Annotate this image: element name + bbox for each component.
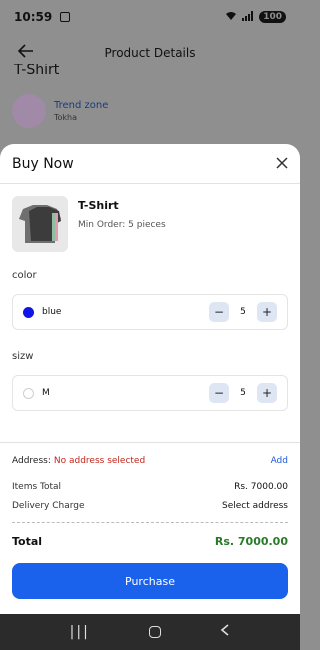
color-option-row[interactable]: blue − 5 + — [12, 294, 288, 330]
minus-icon[interactable]: − — [209, 383, 229, 403]
wifi-icon — [225, 10, 237, 24]
buy-now-sheet: Buy Now T-Shirt Min Order: 5 pieces colo… — [0, 144, 300, 614]
page-title: Product Details — [104, 46, 196, 60]
product-title-partial: T-Shirt — [14, 64, 60, 76]
total-row: Total Rs. 7000.00 — [12, 535, 288, 548]
address-label: Address: — [12, 456, 51, 466]
screenshot-icon — [60, 12, 71, 22]
back-arrow-icon[interactable] — [17, 42, 34, 63]
seller-location: Tokha — [54, 113, 78, 122]
items-total-row: Items Total Rs. 7000.00 — [12, 482, 288, 492]
purchase-button[interactable]: Purchase — [12, 563, 288, 599]
system-nav-bar: ||| — [0, 614, 300, 650]
min-order: Min Order: 5 pieces — [78, 220, 166, 230]
color-quantity-value: 5 — [240, 307, 246, 317]
delivery-label: Delivery Charge — [12, 501, 85, 511]
signal-icon — [242, 10, 254, 24]
add-address-link[interactable]: Add — [271, 456, 288, 466]
sheet-header: Buy Now — [0, 144, 300, 184]
size-option-label: M — [42, 388, 50, 398]
plus-icon[interactable]: + — [257, 383, 277, 403]
minus-icon[interactable]: − — [209, 302, 229, 322]
avatar — [12, 94, 46, 128]
seller-name: Trend zone — [54, 100, 109, 111]
status-icons: 100 — [225, 10, 286, 24]
address-row: Address: No address selected Add — [12, 456, 288, 466]
total-value: Rs. 7000.00 — [214, 535, 288, 548]
divider — [0, 442, 300, 443]
delivery-value: Select address — [222, 501, 288, 511]
seller-info[interactable]: Trend zone Tokha — [12, 94, 108, 128]
nav-back-icon[interactable] — [220, 624, 230, 640]
status-time: 10:59 — [14, 10, 53, 24]
items-total-label: Items Total — [12, 482, 62, 492]
address-value: No address selected — [53, 456, 146, 466]
product-image — [12, 196, 68, 252]
product-summary: T-Shirt Min Order: 5 pieces — [12, 196, 166, 252]
color-radio[interactable] — [23, 306, 34, 318]
sheet-title: Buy Now — [12, 155, 74, 172]
size-radio[interactable] — [23, 387, 34, 399]
battery-icon: 100 — [259, 11, 286, 23]
delivery-row: Delivery Charge Select address — [12, 501, 288, 511]
size-quantity-stepper: − 5 + — [209, 383, 277, 403]
close-icon[interactable] — [276, 156, 288, 172]
nav-recent-icon[interactable]: ||| — [70, 624, 90, 640]
color-quantity-stepper: − 5 + — [209, 302, 277, 322]
size-label: sizw — [12, 351, 34, 362]
color-option-label: blue — [42, 307, 62, 317]
status-bar: 10:59 100 — [0, 0, 300, 34]
size-option-row[interactable]: M − 5 + — [12, 375, 288, 411]
dashed-divider — [12, 522, 288, 523]
total-label: Total — [12, 535, 43, 548]
nav-home-icon[interactable] — [149, 626, 162, 638]
items-total-value: Rs. 7000.00 — [234, 482, 288, 492]
size-quantity-value: 5 — [240, 388, 246, 398]
plus-icon[interactable]: + — [257, 302, 277, 322]
color-label: color — [12, 270, 37, 281]
product-name: T-Shirt — [78, 199, 119, 212]
